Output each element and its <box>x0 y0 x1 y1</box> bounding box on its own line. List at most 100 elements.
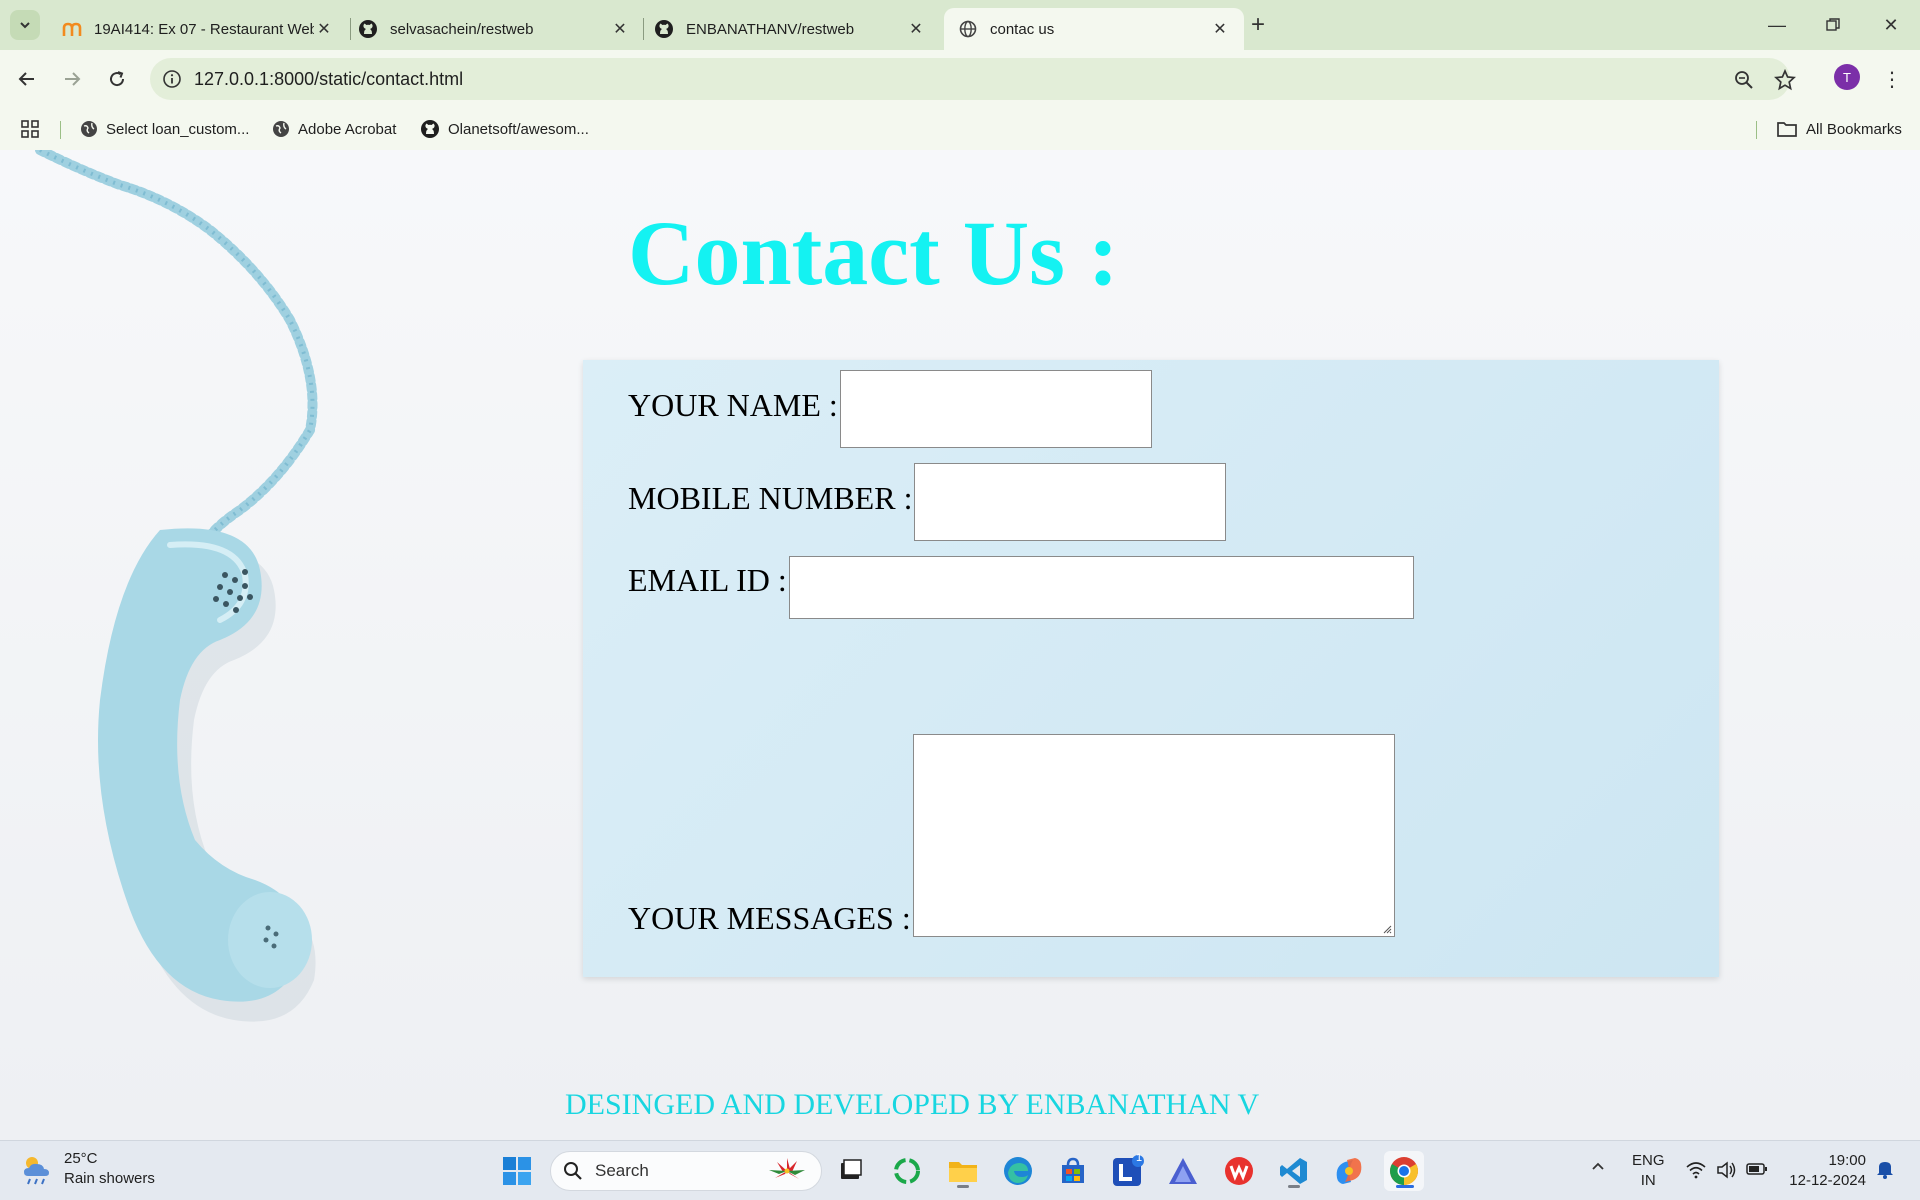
copilot-icon <box>1336 1158 1362 1184</box>
close-window-button[interactable]: ✕ <box>1868 8 1914 42</box>
weather-desc: Rain showers <box>64 1170 155 1187</box>
bookmark-star-icon[interactable] <box>1773 68 1797 92</box>
taskbar-app-copilot-studio[interactable] <box>1163 1151 1203 1191</box>
all-bookmarks-button[interactable]: All Bookmarks <box>1776 116 1902 142</box>
message-textarea[interactable] <box>912 734 1395 937</box>
name-input[interactable] <box>839 370 1152 448</box>
task-view-button[interactable] <box>831 1151 871 1191</box>
apps-button[interactable] <box>20 116 40 142</box>
message-label: YOUR MESSAGES : <box>628 900 911 936</box>
name-label: YOUR NAME : <box>628 387 838 423</box>
bookmark-label: Olanetsoft/awesom... <box>448 120 589 138</box>
plus-icon: + <box>1250 11 1265 38</box>
bookmarks-bar: Select loan_custom... Adobe Acrobat Olan… <box>0 108 1920 150</box>
tab-search-button[interactable] <box>10 10 40 40</box>
forward-button[interactable] <box>55 62 89 96</box>
taskbar-app-explorer[interactable] <box>943 1151 983 1191</box>
volume-icon <box>1717 1161 1736 1179</box>
lang-primary: ENG <box>1632 1152 1665 1169</box>
reload-icon <box>110 71 125 87</box>
task-view-icon <box>841 1159 862 1179</box>
new-tab-button[interactable]: + <box>1245 11 1271 38</box>
mobile-input[interactable] <box>914 463 1227 541</box>
taskbar-app-edge[interactable] <box>998 1151 1038 1191</box>
url-text: 127.0.0.1:8000/static/contact.html <box>194 68 464 89</box>
taskbar-app-wps[interactable] <box>1219 1151 1259 1191</box>
running-indicator <box>1288 1185 1300 1188</box>
notifications-button[interactable] <box>1876 1159 1894 1185</box>
close-icon[interactable]: ✕ <box>1210 19 1230 39</box>
rain-cloud-icon <box>24 1157 49 1185</box>
profile-avatar[interactable]: T <box>1834 64 1860 90</box>
close-icon[interactable]: ✕ <box>906 19 926 39</box>
clock[interactable]: 19:00 12-12-2024 <box>1784 1151 1866 1191</box>
taskbar-app-refresh[interactable] <box>887 1151 927 1191</box>
search-placeholder: Search <box>595 1161 649 1180</box>
active-indicator <box>1396 1185 1414 1188</box>
weather-temp: 25°C <box>64 1150 98 1167</box>
tab-enbanathanv[interactable]: ENBANATHANV/restweb ✕ <box>640 8 940 50</box>
show-hidden-icons[interactable] <box>1590 1159 1606 1181</box>
folder-icon <box>949 1162 977 1182</box>
zoom-icon[interactable] <box>1732 68 1756 92</box>
all-bookmarks-label: All Bookmarks <box>1806 120 1902 138</box>
footer-credit: DESINGED AND DEVELOPED BY ENBANATHAN V <box>565 1088 1260 1121</box>
browser-toolbar: 127.0.0.1:8000/static/contact.html T ⋮ <box>0 50 1920 108</box>
github-icon <box>358 19 378 39</box>
wps-icon <box>1225 1157 1253 1185</box>
taskbar-app-vscode[interactable] <box>1274 1151 1314 1191</box>
lang-secondary: IN <box>1640 1172 1656 1189</box>
moodle-icon <box>62 19 82 39</box>
minimize-button[interactable]: — <box>1754 8 1800 42</box>
browser-menu-button[interactable]: ⋮ <box>1880 64 1904 94</box>
taskbar-search[interactable]: Search <box>550 1151 822 1191</box>
bookmark-adobe[interactable]: Adobe Acrobat <box>272 116 396 142</box>
address-bar[interactable]: 127.0.0.1:8000/static/contact.html <box>150 58 1790 100</box>
triangle-app-icon <box>1169 1158 1197 1184</box>
tab-strip: 19AI414: Ex 07 - Restaurant Web ✕ selvas… <box>0 0 1920 50</box>
site-info-icon[interactable] <box>150 69 194 89</box>
taskbar: 25°C Rain showers Search 1 ENG IN 19:00 … <box>0 1140 1920 1200</box>
restore-button[interactable] <box>1810 8 1856 42</box>
page-title: Contact Us : <box>628 202 1119 304</box>
tab-title: 19AI414: Ex 07 - Restaurant Web <box>94 20 314 38</box>
back-button[interactable] <box>10 62 44 96</box>
bookmark-divider <box>1756 121 1757 139</box>
tab-restaurant[interactable]: 19AI414: Ex 07 - Restaurant Web ✕ <box>48 8 348 50</box>
language-indicator[interactable]: ENG IN <box>1632 1151 1665 1191</box>
github-icon <box>654 19 674 39</box>
bookmark-loan[interactable]: Select loan_custom... <box>80 116 249 142</box>
taskbar-app-copilot[interactable] <box>1329 1151 1369 1191</box>
folder-icon <box>1777 122 1797 137</box>
taskbar-app-l[interactable]: 1 <box>1108 1151 1148 1191</box>
close-icon[interactable]: ✕ <box>610 19 630 39</box>
email-label: EMAIL ID : <box>628 562 787 598</box>
apps-grid-icon <box>21 120 39 138</box>
tab-selvasachein[interactable]: selvasachein/restweb ✕ <box>344 8 644 50</box>
bookmark-olanetsoft[interactable]: Olanetsoft/awesom... <box>420 116 589 142</box>
taskbar-app-store[interactable] <box>1053 1151 1093 1191</box>
tab-contact-us[interactable]: contac us ✕ <box>944 8 1244 50</box>
clock-time: 19:00 <box>1828 1152 1866 1169</box>
email-input[interactable] <box>788 556 1414 619</box>
wifi-icon <box>1686 1162 1706 1179</box>
resize-grip-icon[interactable] <box>1382 924 1392 934</box>
vscode-icon <box>1280 1158 1307 1184</box>
minimize-icon: — <box>1768 14 1786 35</box>
start-button[interactable] <box>497 1151 537 1191</box>
system-tray[interactable] <box>1686 1161 1768 1179</box>
github-icon <box>421 120 439 138</box>
running-indicator <box>957 1185 969 1188</box>
chrome-icon <box>1390 1157 1418 1185</box>
tab-title: ENBANATHANV/restweb <box>686 20 855 38</box>
close-icon: ✕ <box>1883 14 1899 35</box>
message-row: YOUR MESSAGES : <box>628 734 1395 937</box>
weather-widget[interactable]: 25°C Rain showers <box>20 1149 155 1189</box>
close-icon[interactable]: ✕ <box>314 19 334 39</box>
windows-icon <box>503 1157 531 1185</box>
taskbar-app-chrome[interactable] <box>1384 1151 1424 1191</box>
notification-badge: 1 <box>1135 1152 1143 1164</box>
reload-button[interactable] <box>100 62 134 96</box>
globe-icon <box>81 121 97 137</box>
clock-date: 12-12-2024 <box>1789 1172 1866 1189</box>
